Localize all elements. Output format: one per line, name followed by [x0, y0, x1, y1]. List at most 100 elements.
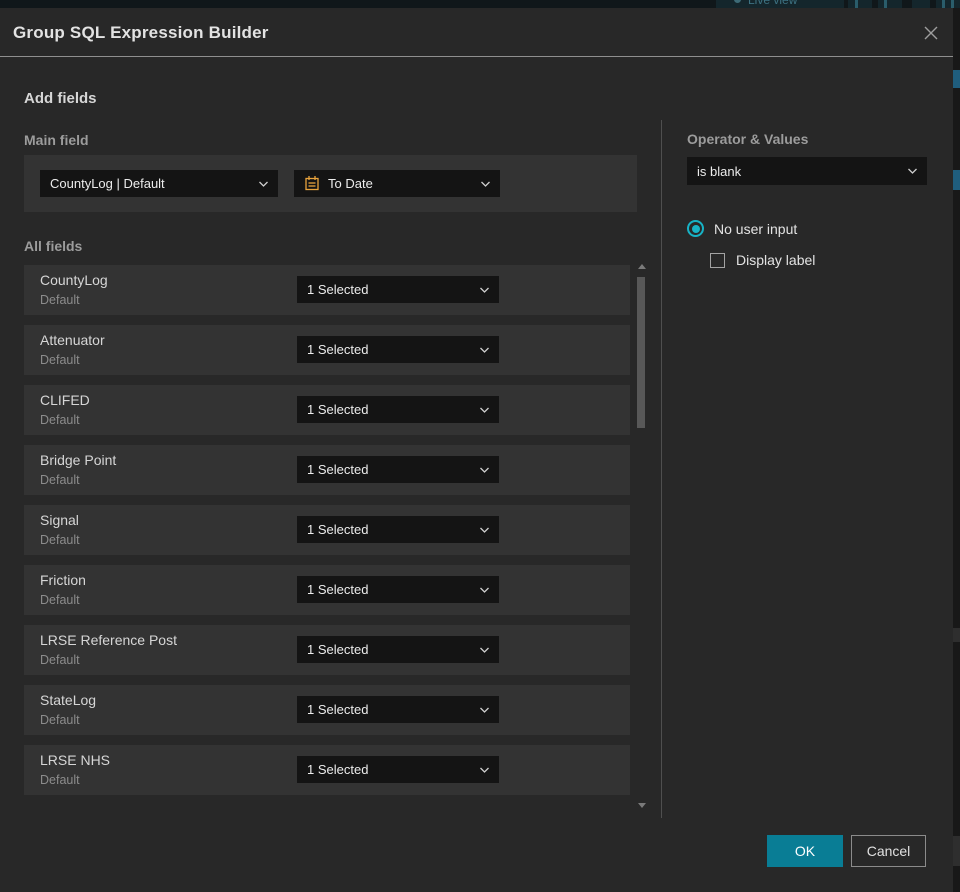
chevron-down-icon [479, 286, 490, 293]
field-name: LRSE NHS [40, 752, 111, 768]
field-name: CLIFED [40, 392, 90, 408]
field-values-select[interactable]: 1 Selected [297, 396, 499, 423]
field-subtitle: Default [40, 653, 80, 667]
field-name: StateLog [40, 692, 97, 708]
field-subtitle: Default [40, 473, 80, 487]
checkbox-unchecked-icon [710, 252, 725, 268]
operator-values-label: Operator & Values [687, 131, 809, 147]
live-view-label: Live view [748, 0, 798, 7]
field-type-select[interactable]: To Date [294, 170, 500, 197]
background-highlight [953, 70, 960, 88]
field-values-select[interactable]: 1 Selected [297, 456, 499, 483]
background-app-strip: Live view [0, 0, 960, 8]
field-subtitle: Default [40, 353, 80, 367]
close-icon [924, 26, 938, 40]
chevron-down-icon [479, 466, 490, 473]
live-indicator-dot [734, 0, 741, 3]
field-subtitle: Default [40, 773, 80, 787]
chevron-down-icon [907, 168, 918, 175]
field-subtitle: Default [40, 713, 80, 727]
field-values-select-value: 1 Selected [307, 702, 369, 717]
screen: Live view Group SQL Expression Builder A… [0, 0, 960, 892]
field-row: LRSE NHS Default 1 Selected [24, 745, 630, 795]
field-row: Bridge Point Default 1 Selected [24, 445, 630, 495]
background-toolbar-segment [878, 0, 902, 8]
ok-button[interactable]: OK [767, 835, 843, 867]
field-row: LRSE Reference Post Default 1 Selected [24, 625, 630, 675]
field-subtitle: Default [40, 593, 80, 607]
background-fragment [953, 628, 960, 642]
scrollbar-down-arrow-icon[interactable] [637, 803, 646, 808]
field-subtitle: Default [40, 533, 80, 547]
field-name: Attenuator [40, 332, 105, 348]
all-fields-list: CountyLog Default 1 Selected Attenuator … [24, 265, 630, 805]
calendar-icon [304, 175, 320, 192]
field-type-select-value: To Date [328, 176, 373, 191]
radio-selected-icon [687, 220, 704, 237]
group-sql-expression-builder-dialog: Group SQL Expression Builder Add fields … [0, 8, 953, 892]
field-values-select-value: 1 Selected [307, 342, 369, 357]
chevron-down-icon [479, 526, 490, 533]
live-view-chip: Live view [716, 0, 844, 8]
field-name: CountyLog [40, 272, 108, 288]
background-toolbar-segment [848, 0, 872, 8]
no-user-input-radio[interactable]: No user input [687, 220, 797, 237]
main-field-label: Main field [24, 132, 89, 148]
background-toolbar-segment [936, 0, 960, 8]
main-field-select-value: CountyLog | Default [50, 176, 165, 191]
dialog-title: Group SQL Expression Builder [13, 23, 269, 42]
field-name: Bridge Point [40, 452, 117, 468]
operator-select-value: is blank [697, 163, 742, 179]
chevron-down-icon [479, 406, 490, 413]
scrollbar-thumb[interactable] [637, 277, 645, 428]
background-toolbar-mark [951, 0, 954, 8]
no-user-input-label: No user input [714, 220, 798, 237]
chevron-down-icon [479, 586, 490, 593]
chevron-down-icon [479, 706, 490, 713]
field-values-select[interactable]: 1 Selected [297, 576, 499, 603]
panel-divider [661, 120, 662, 818]
field-row: Attenuator Default 1 Selected [24, 325, 630, 375]
field-values-select[interactable]: 1 Selected [297, 696, 499, 723]
field-row: Signal Default 1 Selected [24, 505, 630, 555]
cancel-button[interactable]: Cancel [851, 835, 926, 867]
field-values-select[interactable]: 1 Selected [297, 516, 499, 543]
field-values-select[interactable]: 1 Selected [297, 636, 499, 663]
all-fields-label: All fields [24, 238, 83, 254]
chevron-down-icon [480, 180, 491, 187]
background-toolbar-mark [942, 0, 945, 8]
field-subtitle: Default [40, 293, 80, 307]
field-name: Signal [40, 512, 79, 528]
operator-select[interactable]: is blank [687, 157, 927, 185]
field-values-select-value: 1 Selected [307, 522, 369, 537]
close-button[interactable] [918, 22, 944, 44]
chevron-down-icon [479, 646, 490, 653]
field-row: CLIFED Default 1 Selected [24, 385, 630, 435]
field-values-select-value: 1 Selected [307, 462, 369, 477]
dialog-titlebar: Group SQL Expression Builder [0, 8, 953, 57]
background-toolbar-mark [884, 0, 887, 8]
display-label-checkbox[interactable]: Display label [710, 252, 815, 268]
main-field-panel: CountyLog | Default To Date [24, 155, 637, 212]
field-name: LRSE Reference Post [40, 632, 177, 648]
background-right-sliver [953, 8, 960, 892]
chevron-down-icon [479, 346, 490, 353]
background-toolbar-mark [855, 0, 858, 8]
scrollbar-up-arrow-icon[interactable] [637, 264, 646, 269]
field-values-select[interactable]: 1 Selected [297, 276, 499, 303]
chevron-down-icon [479, 766, 490, 773]
field-name: Friction [40, 572, 86, 588]
field-values-select-value: 1 Selected [307, 402, 369, 417]
field-values-select-value: 1 Selected [307, 582, 369, 597]
fields-list-scrollbar[interactable] [634, 262, 649, 810]
field-values-select[interactable]: 1 Selected [297, 756, 499, 783]
display-label-label: Display label [736, 252, 816, 268]
field-values-select[interactable]: 1 Selected [297, 336, 499, 363]
field-row: Friction Default 1 Selected [24, 565, 630, 615]
field-row: StateLog Default 1 Selected [24, 685, 630, 735]
main-field-select[interactable]: CountyLog | Default [40, 170, 278, 197]
field-subtitle: Default [40, 413, 80, 427]
field-values-select-value: 1 Selected [307, 642, 369, 657]
field-values-select-value: 1 Selected [307, 282, 369, 297]
field-row: CountyLog Default 1 Selected [24, 265, 630, 315]
